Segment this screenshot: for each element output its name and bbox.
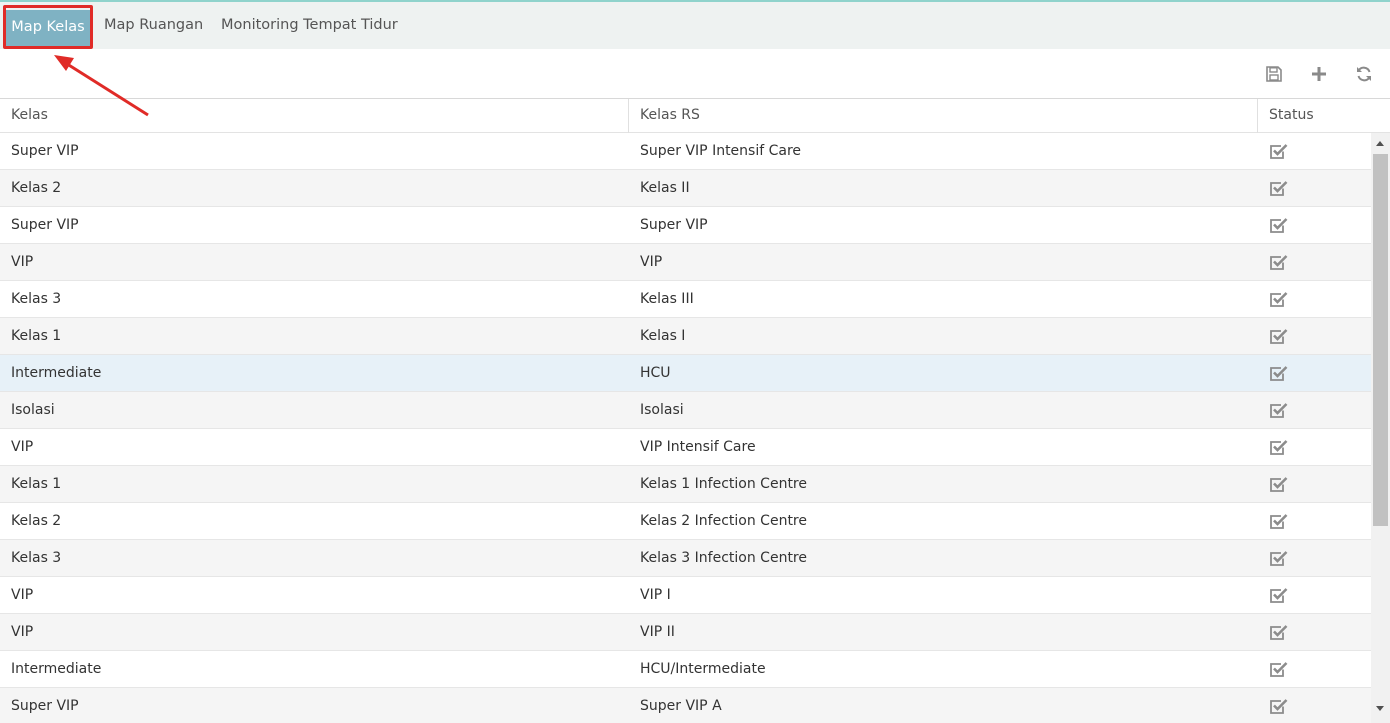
table-row[interactable]: Isolasi Isolasi [0, 392, 1371, 429]
cell-kelas: Super VIP [11, 698, 79, 714]
cell-kelas: VIP [11, 439, 34, 455]
cell-kelas: Intermediate [11, 365, 102, 381]
table-row[interactable]: Kelas 2 Kelas 2 Infection Centre [0, 503, 1371, 540]
table-row[interactable]: Kelas 3 Kelas III [0, 281, 1371, 318]
grid-body: Super VIP Super VIP Intensif Care Kelas 2K… [0, 133, 1371, 723]
cell-kelas-rs: Kelas 2 Infection Centre [640, 513, 807, 529]
column-header-kelas[interactable]: Kelas [0, 99, 628, 133]
cell-kelas-rs: Super VIP [640, 217, 708, 233]
cell-kelas: Kelas 3 [11, 550, 62, 566]
status-checkbox-icon[interactable] [1269, 143, 1288, 160]
cell-kelas: Kelas 1 [11, 328, 62, 344]
cell-kelas: Kelas 2 [11, 180, 62, 196]
status-checkbox-icon[interactable] [1269, 365, 1288, 382]
table-row[interactable]: VIP VIP II [0, 614, 1371, 651]
toolbar [0, 49, 1390, 99]
tab-map-ruangan[interactable]: Map Ruangan [104, 8, 203, 49]
status-checkbox-icon[interactable] [1269, 661, 1288, 678]
status-checkbox-icon[interactable] [1269, 587, 1288, 604]
cell-kelas-rs: Super VIP A [640, 698, 722, 714]
cell-kelas-rs: HCU/Intermediate [640, 661, 766, 677]
tab-bar: Map Kelas Map Ruangan Monitoring Tempat … [0, 0, 1390, 49]
cell-kelas: VIP [11, 624, 34, 640]
refresh-icon[interactable] [1355, 65, 1373, 83]
table-row[interactable]: Super VIP Super VIP [0, 207, 1371, 244]
cell-kelas-rs: VIP [640, 254, 663, 270]
cell-kelas: Kelas 2 [11, 513, 62, 529]
plus-icon[interactable] [1310, 65, 1328, 83]
vertical-scrollbar[interactable] [1371, 133, 1390, 723]
scroll-down-arrow-icon[interactable] [1376, 706, 1384, 711]
status-checkbox-icon[interactable] [1269, 513, 1288, 530]
save-icon[interactable] [1265, 65, 1283, 83]
status-checkbox-icon[interactable] [1269, 254, 1288, 271]
cell-kelas-rs: Kelas 3 Infection Centre [640, 550, 807, 566]
cell-kelas-rs: Kelas II [640, 180, 690, 196]
status-checkbox-icon[interactable] [1269, 328, 1288, 345]
cell-kelas: Kelas 1 [11, 476, 62, 492]
status-checkbox-icon[interactable] [1269, 476, 1288, 493]
status-checkbox-icon[interactable] [1269, 291, 1288, 308]
cell-kelas-rs: Isolasi [640, 402, 684, 418]
cell-kelas: Super VIP [11, 217, 79, 233]
cell-kelas: Intermediate [11, 661, 102, 677]
cell-kelas: Isolasi [11, 402, 55, 418]
scrollbar-thumb[interactable] [1373, 154, 1388, 526]
cell-kelas: VIP [11, 254, 34, 270]
annotation-highlight-box [3, 5, 93, 49]
cell-kelas-rs: VIP II [640, 624, 675, 640]
status-checkbox-icon[interactable] [1269, 217, 1288, 234]
table-row[interactable]: Intermediate HCU/Intermediate [0, 651, 1371, 688]
table-row[interactable]: Super VIP Super VIP A [0, 688, 1371, 723]
cell-kelas-rs: VIP Intensif Care [640, 439, 756, 455]
status-checkbox-icon[interactable] [1269, 624, 1288, 641]
cell-kelas: Kelas 3 [11, 291, 62, 307]
cell-kelas-rs: Kelas 1 Infection Centre [640, 476, 807, 492]
grid-header: Kelas Kelas RS Status [0, 99, 1390, 133]
status-checkbox-icon[interactable] [1269, 439, 1288, 456]
cell-kelas-rs: Kelas III [640, 291, 694, 307]
scroll-up-arrow-icon[interactable] [1376, 141, 1384, 146]
table-row[interactable]: Super VIP Super VIP Intensif Care [0, 133, 1371, 170]
cell-kelas: Super VIP [11, 143, 79, 159]
cell-kelas: VIP [11, 587, 34, 603]
table-row[interactable]: VIP VIP I [0, 577, 1371, 614]
tab-monitoring-tempat-tidur[interactable]: Monitoring Tempat Tidur [221, 8, 398, 49]
table-row[interactable]: Intermediate HCU [0, 355, 1371, 392]
status-checkbox-icon[interactable] [1269, 550, 1288, 567]
column-header-status[interactable]: Status [1258, 99, 1371, 133]
cell-kelas-rs: VIP I [640, 587, 671, 603]
table-row[interactable]: Kelas 1 Kelas I [0, 318, 1371, 355]
status-checkbox-icon[interactable] [1269, 402, 1288, 419]
cell-kelas-rs: HCU [640, 365, 671, 381]
table-row[interactable]: Kelas 2 Kelas II [0, 170, 1371, 207]
table-row[interactable]: VIP VIP Intensif Care [0, 429, 1371, 466]
cell-kelas-rs: Kelas I [640, 328, 686, 344]
status-checkbox-icon[interactable] [1269, 180, 1288, 197]
status-checkbox-icon[interactable] [1269, 698, 1288, 715]
cell-kelas-rs: Super VIP Intensif Care [640, 143, 802, 159]
table-row[interactable]: Kelas 1 Kelas 1 Infection Centre [0, 466, 1371, 503]
table-row[interactable]: Kelas 3 Kelas 3 Infection Centre [0, 540, 1371, 577]
table-row[interactable]: VIP VIP [0, 244, 1371, 281]
column-header-kelas-rs[interactable]: Kelas RS [629, 99, 1257, 133]
